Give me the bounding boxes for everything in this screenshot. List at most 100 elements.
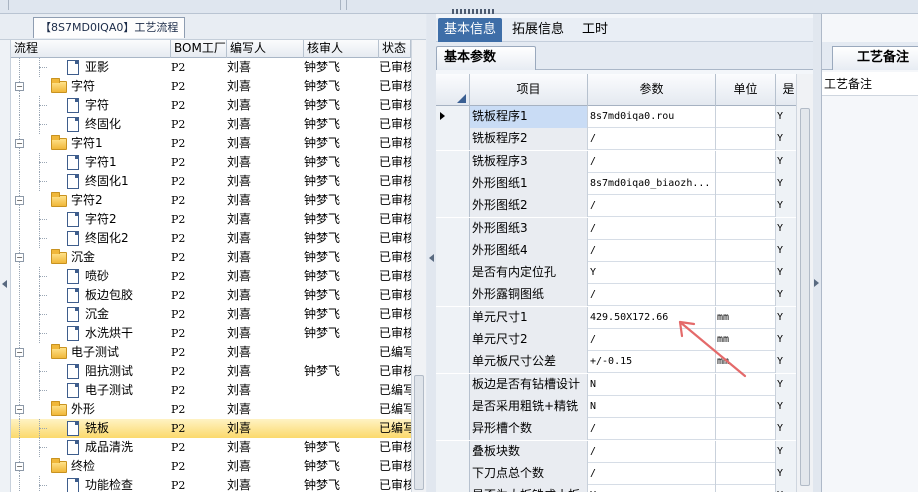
tree-item-row[interactable]: 终固化 P2 刘喜 钟梦飞 已审核 xyxy=(11,115,411,134)
collapse-toggle-icon[interactable]: − xyxy=(15,139,24,148)
param-flag-cell[interactable]: Y xyxy=(776,418,796,441)
param-flag-cell[interactable]: Y xyxy=(776,217,796,240)
row-indicator[interactable] xyxy=(436,373,470,396)
row-indicator[interactable] xyxy=(436,329,470,351)
tree-folder-row[interactable]: − 字符2 P2 刘喜 钟梦飞 已审核 xyxy=(11,191,411,210)
row-indicator[interactable] xyxy=(436,395,470,418)
tree-item-row[interactable]: 沉金 P2 刘喜 钟梦飞 已审核 xyxy=(11,305,411,324)
tree-item-row[interactable]: 亚影 P2 刘喜 钟梦飞 已审核 xyxy=(11,58,411,77)
param-value-cell[interactable]: / xyxy=(588,195,716,218)
param-row[interactable]: 铣板程序2/ Y xyxy=(436,128,796,151)
param-value-cell[interactable]: / xyxy=(588,418,716,441)
row-indicator[interactable] xyxy=(436,485,470,492)
collapse-toggle-icon[interactable]: − xyxy=(15,253,24,262)
tree-item-row[interactable]: 成品清洗 P2 刘喜 钟梦飞 已审核 xyxy=(11,438,411,457)
row-indicator[interactable] xyxy=(436,462,470,485)
param-value-cell[interactable]: / xyxy=(588,150,716,173)
col-header-author[interactable]: 编写人 xyxy=(227,40,304,58)
tree-item-row[interactable]: 电子测试 P2 刘喜 已编写 xyxy=(11,381,411,400)
tab-work-hours[interactable]: 工时 xyxy=(576,18,614,42)
param-row[interactable]: 铣板程序3/ Y xyxy=(436,150,796,173)
param-row[interactable]: 叠板块数 / Y xyxy=(436,440,796,463)
row-indicator[interactable] xyxy=(436,418,470,441)
param-unit-cell[interactable] xyxy=(716,418,776,441)
param-unit-cell[interactable] xyxy=(716,485,776,492)
param-unit-cell[interactable] xyxy=(716,262,776,285)
param-row[interactable]: 外形图纸4/ Y xyxy=(436,239,796,262)
param-flag-cell[interactable]: Y xyxy=(776,172,796,195)
col-header-status[interactable]: 状态 xyxy=(379,40,411,58)
param-flag-cell[interactable]: Y xyxy=(776,128,796,151)
tree-item-row[interactable]: 字符 P2 刘喜 钟梦飞 已审核 xyxy=(11,96,411,115)
row-indicator[interactable] xyxy=(436,284,470,307)
param-unit-cell[interactable] xyxy=(716,150,776,173)
col-header-flag[interactable]: 是 xyxy=(776,74,796,106)
param-unit-cell[interactable] xyxy=(716,195,776,218)
collapse-toggle-icon[interactable]: − xyxy=(15,462,24,471)
param-flag-cell[interactable]: Y xyxy=(776,239,796,262)
tab-basic-info[interactable]: 基本信息 xyxy=(438,18,503,42)
param-value-cell[interactable]: / xyxy=(588,217,716,240)
tree-item-row[interactable]: 板边包胶 P2 刘喜 钟梦飞 已审核 xyxy=(11,286,411,305)
param-value-cell[interactable]: Y xyxy=(588,485,716,492)
param-flag-cell[interactable]: Y xyxy=(776,106,796,128)
row-indicator[interactable] xyxy=(436,306,470,329)
row-indicator[interactable] xyxy=(436,239,470,262)
tree-item-row[interactable]: 阻抗测试 P2 刘喜 钟梦飞 已审核 xyxy=(11,362,411,381)
tree-folder-row[interactable]: − 外形 P2 刘喜 已编写 xyxy=(11,400,411,419)
col-header-bom[interactable]: BOM工厂 xyxy=(171,40,227,58)
param-unit-cell[interactable] xyxy=(716,128,776,151)
param-unit-cell[interactable] xyxy=(716,172,776,195)
param-flag-cell[interactable]: Y xyxy=(776,462,796,485)
collapse-toggle-icon[interactable]: − xyxy=(15,196,24,205)
tree-item-row[interactable]: 终固化1 P2 刘喜 钟梦飞 已审核 xyxy=(11,172,411,191)
collapse-toggle-icon[interactable]: − xyxy=(15,82,24,91)
param-flag-cell[interactable]: Y xyxy=(776,262,796,285)
row-indicator[interactable] xyxy=(436,172,470,195)
collapse-toggle-icon[interactable]: − xyxy=(15,348,24,357)
param-flag-cell[interactable]: Y xyxy=(776,395,796,418)
row-indicator[interactable] xyxy=(436,150,470,173)
col-header-reviewer[interactable]: 核审人 xyxy=(304,40,379,58)
param-row[interactable]: 是否有内定位孔 Y Y xyxy=(436,262,796,285)
subtab-basic-params[interactable]: 基本参数 xyxy=(436,46,536,70)
tree-item-row[interactable]: 字符1 P2 刘喜 钟梦飞 已审核 xyxy=(11,153,411,172)
row-indicator[interactable] xyxy=(436,351,470,374)
tab-extended-info[interactable]: 拓展信息 xyxy=(506,18,570,42)
tree-item-row[interactable]: 喷砂 P2 刘喜 钟梦飞 已审核 xyxy=(11,267,411,286)
param-flag-cell[interactable]: Y xyxy=(776,440,796,463)
param-row[interactable]: 外形图纸2/ Y xyxy=(436,195,796,218)
tree-folder-row[interactable]: − 电子测试 P2 刘喜 已编写 xyxy=(11,343,411,362)
param-row[interactable]: 铣板程序1 8s7md0iqa0.rou Y xyxy=(436,106,796,128)
param-unit-cell[interactable] xyxy=(716,217,776,240)
col-header-flow[interactable]: 流程 xyxy=(11,40,171,58)
grid-vertical-scrollbar[interactable] xyxy=(796,74,813,492)
tree-item-row[interactable]: 铣板 P2 刘喜 已编写 xyxy=(11,419,411,438)
col-header-unit[interactable]: 单位 xyxy=(716,74,776,106)
param-flag-cell[interactable]: Y xyxy=(776,150,796,173)
row-indicator[interactable] xyxy=(436,217,470,240)
row-indicator[interactable] xyxy=(436,262,470,285)
tree-item-row[interactable]: 水洗烘干 P2 刘喜 钟梦飞 已审核 xyxy=(11,324,411,343)
param-value-cell[interactable]: / xyxy=(588,239,716,262)
splitter-right[interactable] xyxy=(813,14,821,492)
param-value-cell[interactable]: / xyxy=(588,440,716,463)
row-indicator[interactable] xyxy=(436,106,470,128)
param-flag-cell[interactable]: Y xyxy=(776,284,796,307)
param-row[interactable]: 外形图纸3/ Y xyxy=(436,217,796,240)
col-header-item[interactable]: 项目 xyxy=(470,74,588,106)
param-value-cell[interactable]: / xyxy=(588,462,716,485)
param-flag-cell[interactable]: Y xyxy=(776,351,796,374)
tree-folder-row[interactable]: − 字符 P2 刘喜 钟梦飞 已审核 xyxy=(11,77,411,96)
param-unit-cell[interactable] xyxy=(716,462,776,485)
param-row[interactable]: 外形图纸1 8s7md0iqa0_biaozh... Y xyxy=(436,172,796,195)
param-unit-cell[interactable] xyxy=(716,106,776,128)
row-indicator[interactable] xyxy=(436,128,470,151)
param-flag-cell[interactable]: Y xyxy=(776,485,796,492)
tree-folder-row[interactable]: − 终检 P2 刘喜 钟梦飞 已审核 xyxy=(11,457,411,476)
tree-item-row[interactable]: 字符2 P2 刘喜 钟梦飞 已审核 xyxy=(11,210,411,229)
scroll-thumb[interactable] xyxy=(800,108,810,486)
col-header-value[interactable]: 参数 xyxy=(588,74,716,106)
row-indicator[interactable] xyxy=(436,440,470,463)
param-flag-cell[interactable]: Y xyxy=(776,306,796,329)
